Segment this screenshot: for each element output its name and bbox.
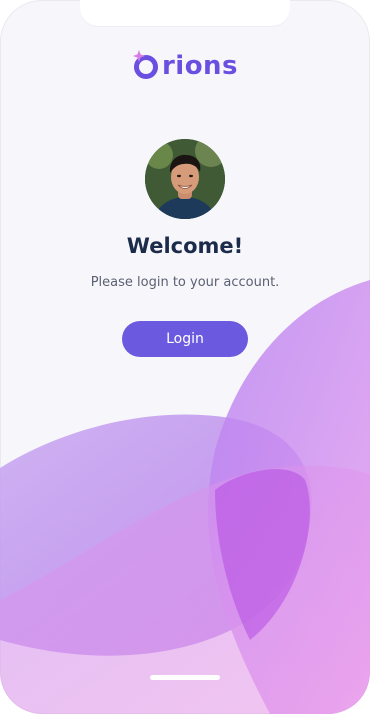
phone-screen: rions Welcome! Please login to your acco…	[0, 0, 370, 714]
orbit-ring-sparkle-icon	[132, 48, 160, 80]
brand-logo: rions	[0, 44, 370, 84]
user-avatar	[145, 139, 225, 219]
background-waves	[0, 280, 370, 714]
welcome-subtitle: Please login to your account.	[90, 275, 280, 290]
welcome-title: Welcome!	[126, 234, 244, 258]
home-indicator	[150, 675, 220, 680]
brand-name: rions	[161, 51, 239, 81]
device-notch	[80, 0, 290, 26]
login-button[interactable]: Login	[122, 321, 248, 357]
